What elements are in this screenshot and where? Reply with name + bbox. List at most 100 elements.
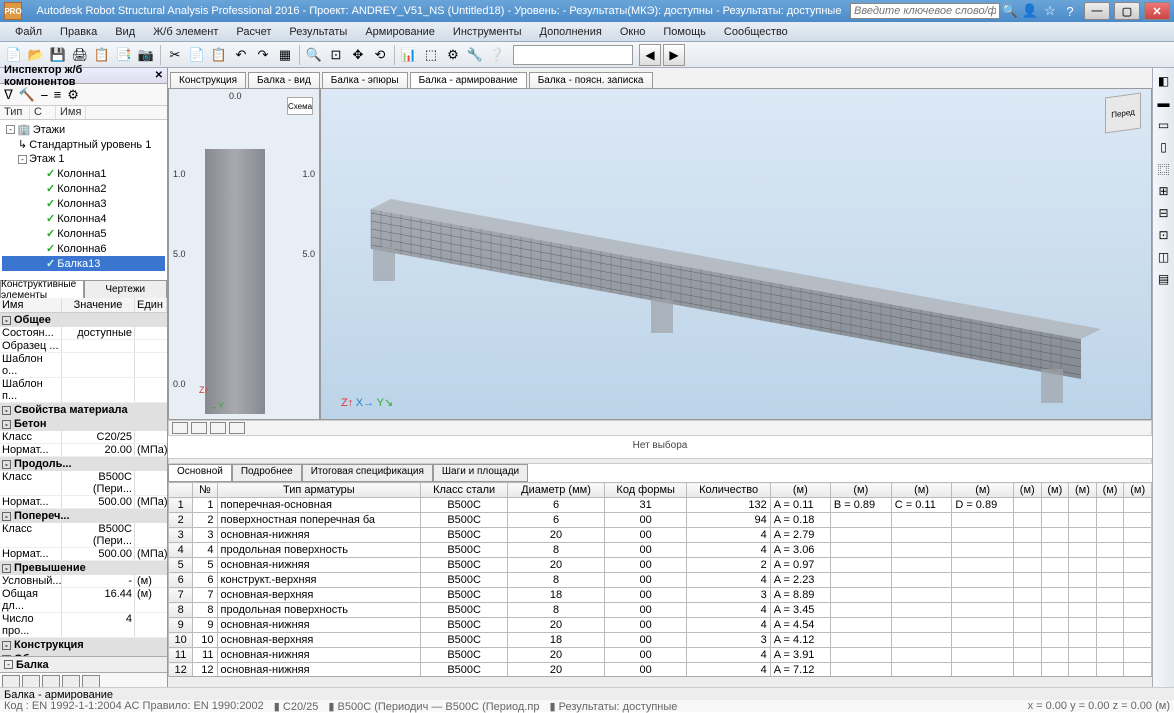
open-icon[interactable]: 📂 — [26, 45, 46, 65]
prev-button[interactable]: ◀ — [639, 44, 661, 66]
tile-icon[interactable]: ▦ — [275, 45, 295, 65]
zoom-icon[interactable]: 🔍 — [304, 45, 324, 65]
prop-row[interactable]: КлассB500C (Пери... — [0, 471, 167, 496]
col-header[interactable]: Код формы — [604, 483, 687, 498]
tab-drawings[interactable]: Чертежи — [84, 280, 168, 298]
preview-icon[interactable]: 📋 — [92, 45, 112, 65]
prop-group[interactable]: -Попереч... — [0, 509, 167, 523]
col-header[interactable]: (м) — [1096, 483, 1124, 498]
help-search-input[interactable] — [850, 3, 1000, 19]
wrench-icon[interactable]: 🔧 — [465, 45, 485, 65]
view2d-badge[interactable]: Схема — [287, 97, 313, 115]
data-grid[interactable]: №Тип арматурыКласс сталиДиаметр (мм)Код … — [168, 482, 1152, 676]
menu-addons[interactable]: Дополнения — [531, 22, 611, 41]
filter-icon[interactable]: ᐁ — [4, 87, 13, 103]
right-tool-10[interactable]: ▤ — [1155, 270, 1173, 288]
menu-window[interactable]: Окно — [611, 22, 655, 41]
prop-row[interactable]: Шаблон п... — [0, 378, 167, 403]
dtab-steps[interactable]: Шаги и площади — [433, 464, 528, 482]
right-tool-6[interactable]: ⊞ — [1155, 182, 1173, 200]
next-button[interactable]: ▶ — [663, 44, 685, 66]
tree-item[interactable]: ✓ Колонна5 — [2, 226, 165, 241]
vtab-beam-rebar[interactable]: Балка - армирование — [410, 72, 527, 88]
dtab-summary[interactable]: Итоговая спецификация — [302, 464, 433, 482]
save-icon[interactable]: 💾 — [48, 45, 68, 65]
user-icon[interactable]: 👤 — [1022, 3, 1038, 19]
col-header[interactable]: (м) — [1013, 483, 1041, 498]
prop-row[interactable]: Число про...4 — [0, 613, 167, 638]
menu-file[interactable]: Файл — [6, 22, 51, 41]
prop-group[interactable]: -Продоль... — [0, 457, 167, 471]
prop-row[interactable]: Условный...-(м) — [0, 575, 167, 588]
menu-view[interactable]: Вид — [106, 22, 144, 41]
screenshot-icon[interactable]: 📷 — [136, 45, 156, 65]
table-row[interactable]: 1212основная-нижняяB500C20004A = 7.12 — [169, 663, 1152, 677]
prop-row[interactable]: КлассC20/25 — [0, 431, 167, 444]
right-tool-1[interactable]: ◧ — [1155, 72, 1173, 90]
redo-icon[interactable]: ↷ — [253, 45, 273, 65]
inspector-close-icon[interactable]: ✕ — [155, 70, 163, 81]
prop-row[interactable]: Состоян...доступные — [0, 327, 167, 340]
menu-help[interactable]: Помощь — [654, 22, 715, 41]
right-tool-5[interactable]: ⿴ — [1155, 160, 1173, 178]
table-row[interactable]: 88продольная поверхностьB500C8004A = 3.4… — [169, 603, 1152, 618]
vtab-structure[interactable]: Конструкция — [170, 72, 246, 88]
layout-combo[interactable] — [513, 45, 633, 65]
col-header[interactable]: (м) — [1041, 483, 1069, 498]
menu-results[interactable]: Результаты — [280, 22, 356, 41]
col-header[interactable] — [169, 483, 193, 498]
options-icon[interactable]: ⚙ — [67, 87, 79, 103]
binoculars-icon[interactable]: 🔍 — [1002, 3, 1018, 19]
col-header[interactable]: (м) — [952, 483, 1014, 498]
col-header[interactable]: (м) — [891, 483, 952, 498]
prop-row[interactable]: Образец ... — [0, 340, 167, 353]
table-row[interactable]: 44продольная поверхностьB500C8004A = 3.0… — [169, 543, 1152, 558]
tree-item[interactable]: ✓ Колонна6 — [2, 241, 165, 256]
col-header[interactable]: (м) — [1124, 483, 1152, 498]
prop-row[interactable]: Нормат...20.00(МПа) — [0, 444, 167, 457]
dtab-main[interactable]: Основной — [168, 464, 232, 482]
table-row[interactable]: 11поперечная-основнаяB500C631132A = 0.11… — [169, 498, 1152, 513]
tree-item[interactable]: ✓ Колонна1 — [2, 166, 165, 181]
table-row[interactable]: 33основная-нижняяB500C20004A = 2.79 — [169, 528, 1152, 543]
calc-icon[interactable]: 📊 — [399, 45, 419, 65]
maximize-button[interactable]: ▢ — [1114, 2, 1140, 20]
table-row[interactable]: 55основная-нижняяB500C20002A = 0.97 — [169, 558, 1152, 573]
col-header[interactable]: (м) — [770, 483, 830, 498]
tree-item[interactable]: ✓ Колонна2 — [2, 181, 165, 196]
table-row[interactable]: 77основная-верхняяB500C18003A = 8.89 — [169, 588, 1152, 603]
prop-row[interactable]: Общая дл...16.44(м) — [0, 588, 167, 613]
rotate-icon[interactable]: ⟲ — [370, 45, 390, 65]
prop-group[interactable]: -Свойства материала — [0, 403, 167, 417]
col-header[interactable]: Диаметр (мм) — [508, 483, 605, 498]
prop-group[interactable]: -Общее — [0, 313, 167, 327]
view-mode-2[interactable] — [191, 422, 207, 434]
copy-icon[interactable]: 📄 — [187, 45, 207, 65]
rebar-icon[interactable]: ⬚ — [421, 45, 441, 65]
menu-rc-element[interactable]: Ж/б элемент — [144, 22, 227, 41]
menu-edit[interactable]: Правка — [51, 22, 106, 41]
view-3d[interactable]: Перед — [320, 88, 1152, 420]
prop-row[interactable]: КлассB500C (Пери... — [0, 523, 167, 548]
cut-icon[interactable]: ✂ — [165, 45, 185, 65]
col-header[interactable]: (м) — [1069, 483, 1097, 498]
col-header[interactable]: Класс стали — [421, 483, 508, 498]
menu-calc[interactable]: Расчет — [227, 22, 280, 41]
prop-row[interactable]: Нормат...500.00(МПа) — [0, 496, 167, 509]
vtab-beam-diagrams[interactable]: Балка - эпюры — [322, 72, 408, 88]
prop-row[interactable]: Нормат...500.00(МПа) — [0, 548, 167, 561]
table-row[interactable]: 99основная-нижняяB500C20004A = 4.54 — [169, 618, 1152, 633]
star-icon[interactable]: ☆ — [1042, 3, 1058, 19]
tree-floor[interactable]: - Этаж 1 — [2, 152, 165, 166]
minimize-button[interactable]: — — [1084, 2, 1110, 20]
view-2d[interactable]: 0.0 1.0 5.0 0.0 1.0 5.0 Схема Z↑ →Y — [168, 88, 320, 420]
dtab-detailed[interactable]: Подробнее — [232, 464, 302, 482]
right-tool-9[interactable]: ◫ — [1155, 248, 1173, 266]
view-mode-1[interactable] — [172, 422, 188, 434]
col-header[interactable]: (м) — [830, 483, 891, 498]
tab-elements[interactable]: Конструктивные элементы — [0, 280, 84, 298]
viewcube[interactable]: Перед — [1105, 92, 1141, 133]
hammer-icon[interactable]: 🔨 — [19, 87, 35, 103]
menu-tools[interactable]: Инструменты — [444, 22, 531, 41]
close-button[interactable]: ✕ — [1144, 2, 1170, 20]
